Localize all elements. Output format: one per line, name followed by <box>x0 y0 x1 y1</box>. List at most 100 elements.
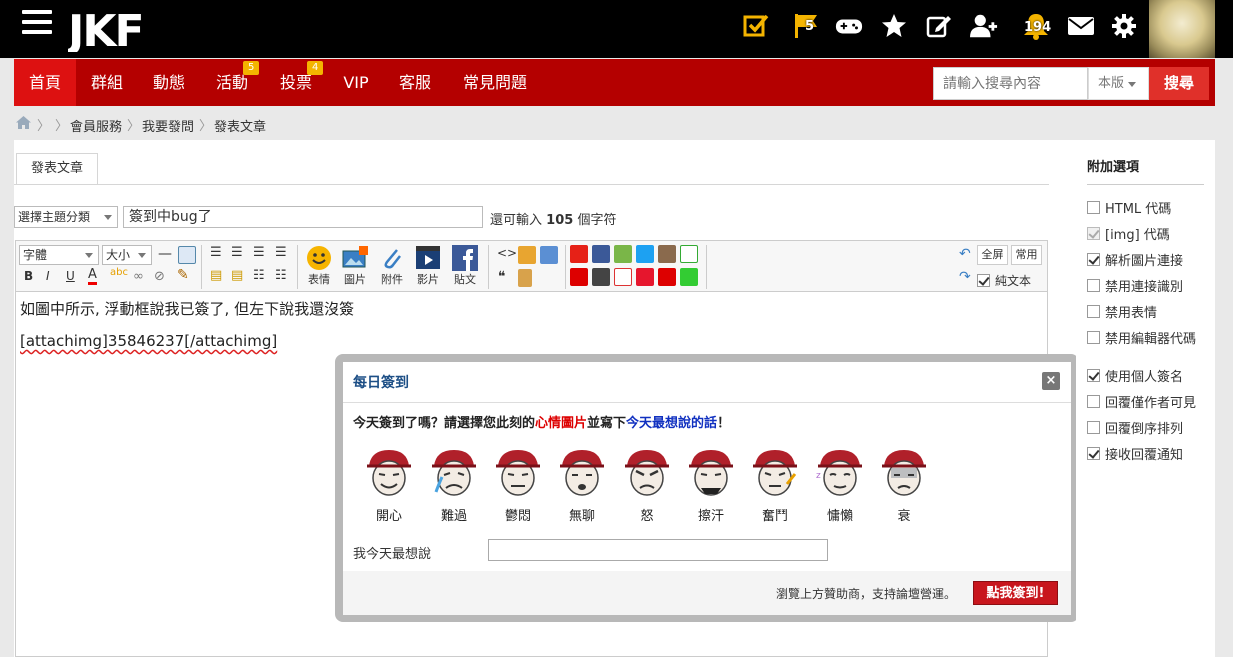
link-icon[interactable]: ∞ <box>133 269 144 284</box>
size-select[interactable]: 大小 <box>102 245 152 265</box>
option-disable-link-detect[interactable]: 禁用連接識別 <box>1087 276 1183 295</box>
mood-unlucky[interactable]: 衰 <box>876 444 932 524</box>
font-color-icon[interactable]: A <box>88 267 97 285</box>
media-play-icon[interactable] <box>592 268 610 286</box>
edit-icon[interactable] <box>925 12 953 40</box>
nav-item-home[interactable]: 首頁 <box>14 59 76 106</box>
horizontal-rule-icon[interactable]: — <box>158 246 172 262</box>
puzzle-icon[interactable] <box>680 268 698 286</box>
twitter-icon[interactable] <box>636 245 654 263</box>
fullscreen-button[interactable]: 全屏 <box>977 245 1008 265</box>
mood-sad[interactable]: 難過 <box>426 444 482 524</box>
option-html-code[interactable]: HTML 代碼 <box>1087 198 1171 217</box>
title-input[interactable]: 簽到中bug了 <box>123 206 483 228</box>
search-scope-select[interactable]: 本版 <box>1088 67 1149 100</box>
option-use-signature[interactable]: 使用個人簽名 <box>1087 366 1183 385</box>
youtube-icon[interactable] <box>570 245 588 263</box>
search-input[interactable] <box>933 67 1088 100</box>
free-icon[interactable] <box>518 246 536 264</box>
mail-icon[interactable] <box>1067 12 1095 40</box>
breadcrumb-member-services[interactable]: 會員服務 <box>70 116 122 135</box>
mood-depressed[interactable]: 鬱悶 <box>490 444 546 524</box>
mood-lazy[interactable]: z 慵懶 <box>812 444 868 524</box>
bold-icon[interactable]: B <box>24 269 33 283</box>
search-button[interactable]: 搜尋 <box>1149 67 1209 100</box>
facebook-post-button[interactable]: 貼文 <box>449 245 481 287</box>
lock-icon[interactable] <box>518 269 532 287</box>
underline-icon[interactable]: U <box>66 269 75 283</box>
gamepad-icon[interactable] <box>835 12 863 40</box>
nav-item-polls[interactable]: 投票 4 <box>264 59 328 106</box>
mood-angry[interactable]: 怒 <box>619 444 675 524</box>
nav-item-groups[interactable]: 群組 <box>76 59 138 106</box>
option-reply-notify[interactable]: 接收回覆通知 <box>1087 444 1183 463</box>
play-icon[interactable] <box>680 245 698 263</box>
android-icon[interactable] <box>614 245 632 263</box>
option-disable-editor-code[interactable]: 禁用編輯器代碼 <box>1087 328 1196 347</box>
option-parse-image-links[interactable]: 解析圖片連接 <box>1087 250 1183 269</box>
align-right-icon[interactable]: ☰ <box>253 245 265 260</box>
mood-struggle[interactable]: 奮鬥 <box>747 444 803 524</box>
image-button[interactable]: 圖片 <box>339 245 371 287</box>
close-icon[interactable]: × <box>1042 372 1060 390</box>
font-select[interactable]: 字體 <box>19 245 99 265</box>
common-button[interactable]: 常用 <box>1011 245 1042 265</box>
settings-gear-icon[interactable] <box>1110 12 1138 40</box>
instagram-icon[interactable] <box>658 245 676 263</box>
code-icon[interactable]: <> <box>497 246 517 260</box>
float-left-icon[interactable]: ▤ <box>210 268 222 283</box>
ordered-list-icon[interactable]: ☷ <box>253 268 265 283</box>
breadcrumb-separator: 〉 <box>37 119 51 134</box>
nav-item-vip[interactable]: VIP <box>328 59 384 106</box>
breadcrumb-ask[interactable]: 我要發問 <box>142 116 194 135</box>
say-input[interactable] <box>488 539 828 561</box>
checkin-button[interactable]: 點我簽到! <box>973 581 1058 605</box>
window-icon[interactable] <box>540 246 558 264</box>
nav-item-events[interactable]: 活動 5 <box>200 59 264 106</box>
mood-happy[interactable]: 開心 <box>361 444 417 524</box>
table-icon[interactable] <box>178 246 196 264</box>
align-center-icon[interactable]: ☰ <box>231 245 243 260</box>
home-icon[interactable] <box>16 116 31 129</box>
option-reply-author-only[interactable]: 回覆僅作者可見 <box>1087 392 1196 411</box>
nav-item-activity[interactable]: 動態 <box>138 59 200 106</box>
background-color-icon[interactable]: abc <box>110 267 128 278</box>
x-icon[interactable] <box>570 268 588 286</box>
undo-icon[interactable]: ↶ <box>959 246 971 262</box>
smiley-icon <box>307 246 331 270</box>
flag-icon[interactable]: 5 <box>792 12 820 40</box>
notification-icon[interactable]: 194 <box>1022 12 1051 40</box>
emoticon-button[interactable]: 表情 <box>303 245 335 287</box>
r-icon[interactable] <box>658 268 676 286</box>
unlink-icon[interactable]: ⊘ <box>154 269 165 284</box>
float-right-icon[interactable]: ▤ <box>231 268 243 283</box>
user-avatar[interactable] <box>1149 0 1215 58</box>
add-friend-icon[interactable] <box>970 12 998 40</box>
mood-bored[interactable]: 無聊 <box>554 444 610 524</box>
video-button[interactable]: 影片 <box>412 245 444 287</box>
weibo-icon[interactable] <box>636 268 654 286</box>
align-left-icon[interactable]: ☰ <box>210 245 222 260</box>
unordered-list-icon[interactable]: ☷ <box>275 268 287 283</box>
site-logo[interactable]: JKF <box>68 4 178 52</box>
attachment-button[interactable]: 附件 <box>376 245 408 287</box>
plain-text-checkbox[interactable]: 純文本 <box>977 272 1031 289</box>
facebook-small-icon[interactable] <box>592 245 610 263</box>
category-select[interactable]: 選擇主題分類 <box>14 206 118 228</box>
tab-new-post[interactable]: 發表文章 <box>16 153 98 185</box>
option-label: 禁用表情 <box>1105 306 1158 321</box>
option-disable-smilies[interactable]: 禁用表情 <box>1087 302 1157 321</box>
menu-icon[interactable] <box>22 10 52 36</box>
redo-icon[interactable]: ↷ <box>959 269 971 285</box>
clear-format-icon[interactable]: ✎ <box>177 267 189 283</box>
quote-icon[interactable]: ❝ <box>498 269 506 285</box>
justify-icon[interactable]: ☰ <box>275 245 287 260</box>
nav-item-faq[interactable]: 常見問題 <box>446 59 544 106</box>
nav-item-support[interactable]: 客服 <box>384 59 446 106</box>
checkin-icon[interactable] <box>742 12 770 40</box>
mood-sweat[interactable]: 擦汗 <box>683 444 739 524</box>
star-icon[interactable] <box>880 12 908 40</box>
music-icon[interactable] <box>614 268 632 286</box>
italic-icon[interactable]: I <box>46 269 50 283</box>
option-reverse-order[interactable]: 回覆倒序排列 <box>1087 418 1183 437</box>
